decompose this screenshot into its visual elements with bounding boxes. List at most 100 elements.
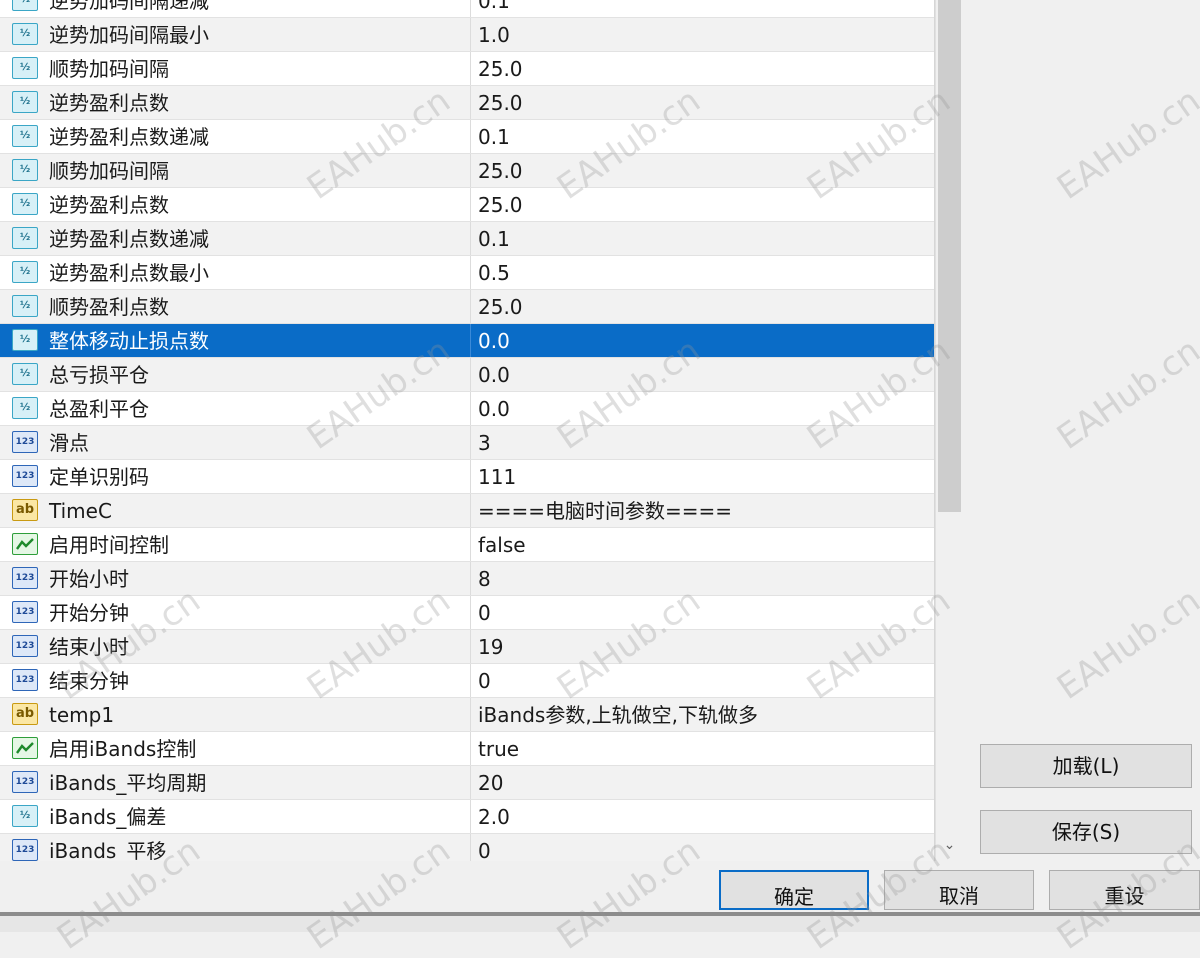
int-icon: 123 bbox=[12, 567, 38, 589]
double-icon: ½ bbox=[12, 0, 38, 11]
scroll-down-arrow-icon[interactable]: ⌄ bbox=[936, 832, 963, 858]
param-name-cell: ½ 逆势盈利点数 bbox=[0, 188, 471, 221]
double-icon: ½ bbox=[12, 397, 38, 419]
param-row[interactable]: ½ 逆势盈利点数 25.0 bbox=[0, 86, 934, 120]
bool-icon bbox=[12, 737, 38, 759]
int-icon: 123 bbox=[12, 465, 38, 487]
param-row[interactable]: 123 定单识别码 111 bbox=[0, 460, 934, 494]
param-value[interactable]: 0 bbox=[478, 664, 491, 698]
double-icon: ½ bbox=[12, 363, 38, 385]
param-row[interactable]: ½ 总盈利平仓 0.0 bbox=[0, 392, 934, 426]
param-row[interactable]: ½ 逆势盈利点数递减 0.1 bbox=[0, 120, 934, 154]
param-value[interactable]: 25.0 bbox=[478, 154, 523, 188]
param-row[interactable]: 123 iBands_平移 0 bbox=[0, 834, 934, 861]
param-name-cell: ½ 顺势加码间隔 bbox=[0, 154, 471, 187]
param-name-cell: 启用时间控制 bbox=[0, 528, 471, 561]
param-name-cell: 123 结束小时 bbox=[0, 630, 471, 663]
param-value[interactable]: true bbox=[478, 732, 519, 766]
param-name: iBands_偏差 bbox=[49, 805, 167, 829]
param-name: 逆势盈利点数递减 bbox=[49, 125, 209, 149]
cancel-button[interactable]: 取消 bbox=[884, 870, 1034, 910]
param-name-cell: ab TimeC bbox=[0, 494, 471, 527]
param-row[interactable]: ½ 逆势加码间隔最小 1.0 bbox=[0, 18, 934, 52]
param-name-cell: 123 开始小时 bbox=[0, 562, 471, 595]
watermark-text: EAHub.cn bbox=[1050, 580, 1200, 708]
double-icon: ½ bbox=[12, 261, 38, 283]
param-value[interactable]: 1.0 bbox=[478, 18, 510, 52]
param-name: iBands_平移 bbox=[49, 839, 167, 861]
param-name-cell: ½ 逆势加码间隔最小 bbox=[0, 18, 471, 51]
param-name: 逆势盈利点数递减 bbox=[49, 227, 209, 251]
param-value[interactable]: 0 bbox=[478, 596, 491, 630]
load-button[interactable]: 加载(L) bbox=[980, 744, 1192, 788]
param-row[interactable]: 123 开始小时 8 bbox=[0, 562, 934, 596]
param-row[interactable]: 123 滑点 3 bbox=[0, 426, 934, 460]
param-value[interactable]: 25.0 bbox=[478, 52, 523, 86]
param-row[interactable]: ½ 顺势加码间隔 25.0 bbox=[0, 52, 934, 86]
param-row[interactable]: 启用时间控制 false bbox=[0, 528, 934, 562]
param-value[interactable]: 0.1 bbox=[478, 222, 510, 256]
param-name: 顺势加码间隔 bbox=[49, 159, 169, 183]
param-row[interactable]: 123 结束小时 19 bbox=[0, 630, 934, 664]
ok-button[interactable]: 确定 bbox=[719, 870, 869, 910]
param-value[interactable]: 0 bbox=[478, 834, 491, 861]
param-value[interactable]: 0.1 bbox=[478, 0, 510, 18]
double-icon: ½ bbox=[12, 295, 38, 317]
param-name: 逆势加码间隔递减 bbox=[49, 0, 209, 13]
param-name: 顺势加码间隔 bbox=[49, 57, 169, 81]
param-name-cell: 启用iBands控制 bbox=[0, 732, 471, 765]
param-value[interactable]: ====电脑时间参数==== bbox=[478, 494, 732, 528]
param-row[interactable]: ½ iBands_偏差 2.0 bbox=[0, 800, 934, 834]
param-name: 滑点 bbox=[49, 431, 89, 455]
param-row[interactable]: ab temp1 iBands参数,上轨做空,下轨做多 bbox=[0, 698, 934, 732]
param-row[interactable]: ab TimeC ====电脑时间参数==== bbox=[0, 494, 934, 528]
param-value[interactable]: 25.0 bbox=[478, 86, 523, 120]
double-icon: ½ bbox=[12, 91, 38, 113]
double-icon: ½ bbox=[12, 193, 38, 215]
param-row[interactable]: 启用iBands控制 true bbox=[0, 732, 934, 766]
int-icon: 123 bbox=[12, 771, 38, 793]
param-value[interactable]: iBands参数,上轨做空,下轨做多 bbox=[478, 698, 758, 732]
param-row[interactable]: ½ 总亏损平仓 0.0 bbox=[0, 358, 934, 392]
param-name-cell: ½ 顺势盈利点数 bbox=[0, 290, 471, 323]
param-name: 开始分钟 bbox=[49, 601, 129, 625]
param-row[interactable]: 123 iBands_平均周期 20 bbox=[0, 766, 934, 800]
param-value[interactable]: 0.0 bbox=[478, 392, 510, 426]
param-value[interactable]: false bbox=[478, 528, 526, 562]
param-value[interactable]: 0.5 bbox=[478, 256, 510, 290]
param-name-cell: ½ iBands_偏差 bbox=[0, 800, 471, 833]
param-value[interactable]: 25.0 bbox=[478, 290, 523, 324]
param-value[interactable]: 25.0 bbox=[478, 188, 523, 222]
param-value[interactable]: 0.0 bbox=[478, 358, 510, 392]
param-row[interactable]: ½ 逆势加码间隔递减 0.1 bbox=[0, 0, 934, 18]
int-icon: 123 bbox=[12, 839, 38, 861]
param-value[interactable]: 2.0 bbox=[478, 800, 510, 834]
param-value[interactable]: 19 bbox=[478, 630, 503, 664]
param-name: TimeC bbox=[49, 499, 112, 523]
param-row[interactable]: ½ 整体移动止损点数 0.0 bbox=[0, 324, 934, 358]
reset-button[interactable]: 重设 bbox=[1049, 870, 1200, 910]
param-value[interactable]: 111 bbox=[478, 460, 516, 494]
param-row[interactable]: ½ 逆势盈利点数 25.0 bbox=[0, 188, 934, 222]
param-name: 启用时间控制 bbox=[49, 533, 169, 557]
scrollbar-thumb[interactable] bbox=[938, 0, 961, 512]
param-value[interactable]: 8 bbox=[478, 562, 491, 596]
param-name: 顺势盈利点数 bbox=[49, 295, 169, 319]
param-row[interactable]: ½ 顺势加码间隔 25.0 bbox=[0, 154, 934, 188]
param-value[interactable]: 3 bbox=[478, 426, 491, 460]
param-value[interactable]: 0.1 bbox=[478, 120, 510, 154]
vertical-scrollbar[interactable]: ⌄ bbox=[935, 0, 963, 861]
param-name-cell: 123 结束分钟 bbox=[0, 664, 471, 697]
param-row[interactable]: 123 开始分钟 0 bbox=[0, 596, 934, 630]
double-icon: ½ bbox=[12, 227, 38, 249]
param-value[interactable]: 20 bbox=[478, 766, 503, 800]
param-value[interactable]: 0.0 bbox=[478, 324, 510, 358]
param-row[interactable]: 123 结束分钟 0 bbox=[0, 664, 934, 698]
save-button[interactable]: 保存(S) bbox=[980, 810, 1192, 854]
param-row[interactable]: ½ 顺势盈利点数 25.0 bbox=[0, 290, 934, 324]
param-row[interactable]: ½ 逆势盈利点数最小 0.5 bbox=[0, 256, 934, 290]
int-icon: 123 bbox=[12, 431, 38, 453]
param-row[interactable]: ½ 逆势盈利点数递减 0.1 bbox=[0, 222, 934, 256]
double-icon: ½ bbox=[12, 159, 38, 181]
double-icon: ½ bbox=[12, 329, 38, 351]
